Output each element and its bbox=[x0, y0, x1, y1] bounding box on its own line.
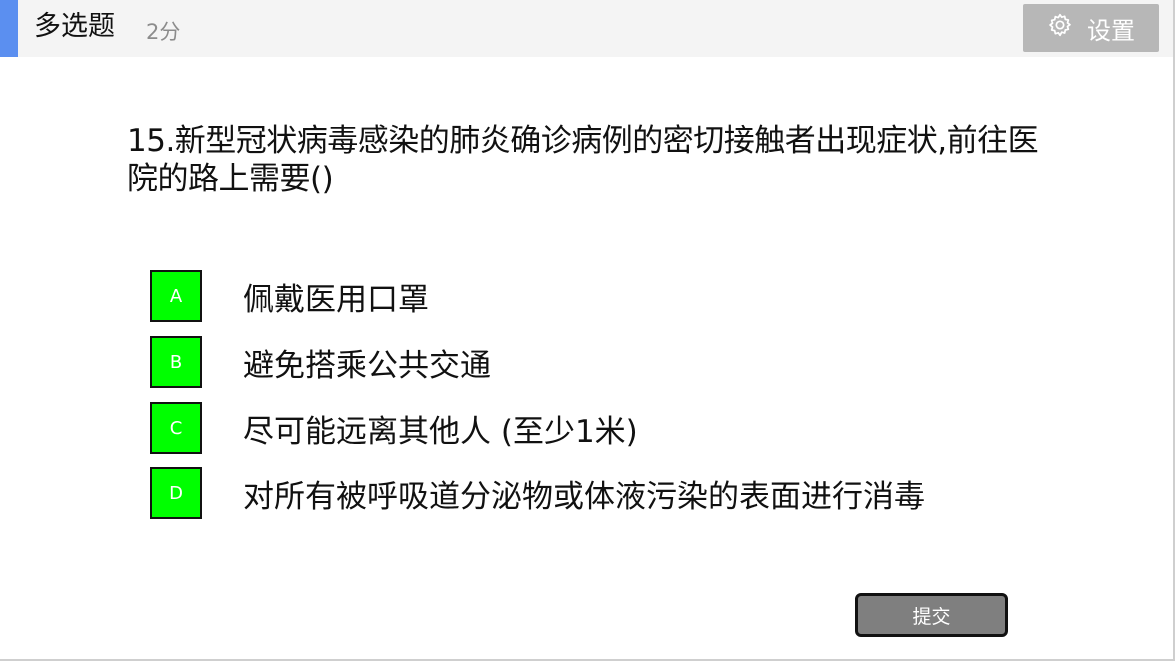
option-b[interactable]: B 避免搭乘公共交通 bbox=[150, 336, 491, 388]
question-panel: 多选题 2分 设置 15.新型冠状病毒感染的肺炎确诊病例的密切接触者出现症状,前… bbox=[0, 0, 1175, 661]
option-c[interactable]: C 尽可能远离其他人 (至少1米) bbox=[150, 402, 638, 454]
question-type-title: 多选题 bbox=[34, 11, 115, 42]
option-label: 避免搭乘公共交通 bbox=[243, 347, 491, 384]
option-label: 佩戴医用口罩 bbox=[243, 281, 429, 318]
option-d[interactable]: D 对所有被呼吸道分泌物或体液污染的表面进行消毒 bbox=[150, 467, 925, 519]
gear-icon bbox=[1047, 12, 1087, 44]
option-letter[interactable]: C bbox=[150, 402, 202, 454]
option-letter[interactable]: D bbox=[150, 467, 202, 519]
option-label: 对所有被呼吸道分泌物或体液污染的表面进行消毒 bbox=[243, 478, 925, 515]
option-letter[interactable]: B bbox=[150, 336, 202, 388]
header-bar: 多选题 2分 设置 bbox=[0, 0, 1173, 57]
settings-label: 设置 bbox=[1087, 16, 1135, 45]
question-text: 15.新型冠状病毒感染的肺炎确诊病例的密切接触者出现症状,前往医院的路上需要() bbox=[127, 123, 1039, 197]
option-label: 尽可能远离其他人 (至少1米) bbox=[243, 413, 638, 450]
accent-bar bbox=[0, 0, 18, 57]
option-letter[interactable]: A bbox=[150, 270, 202, 322]
option-a[interactable]: A 佩戴医用口罩 bbox=[150, 270, 429, 322]
submit-button[interactable]: 提交 bbox=[855, 593, 1008, 637]
score-label: 2分 bbox=[146, 20, 181, 44]
settings-button[interactable]: 设置 bbox=[1023, 4, 1159, 52]
